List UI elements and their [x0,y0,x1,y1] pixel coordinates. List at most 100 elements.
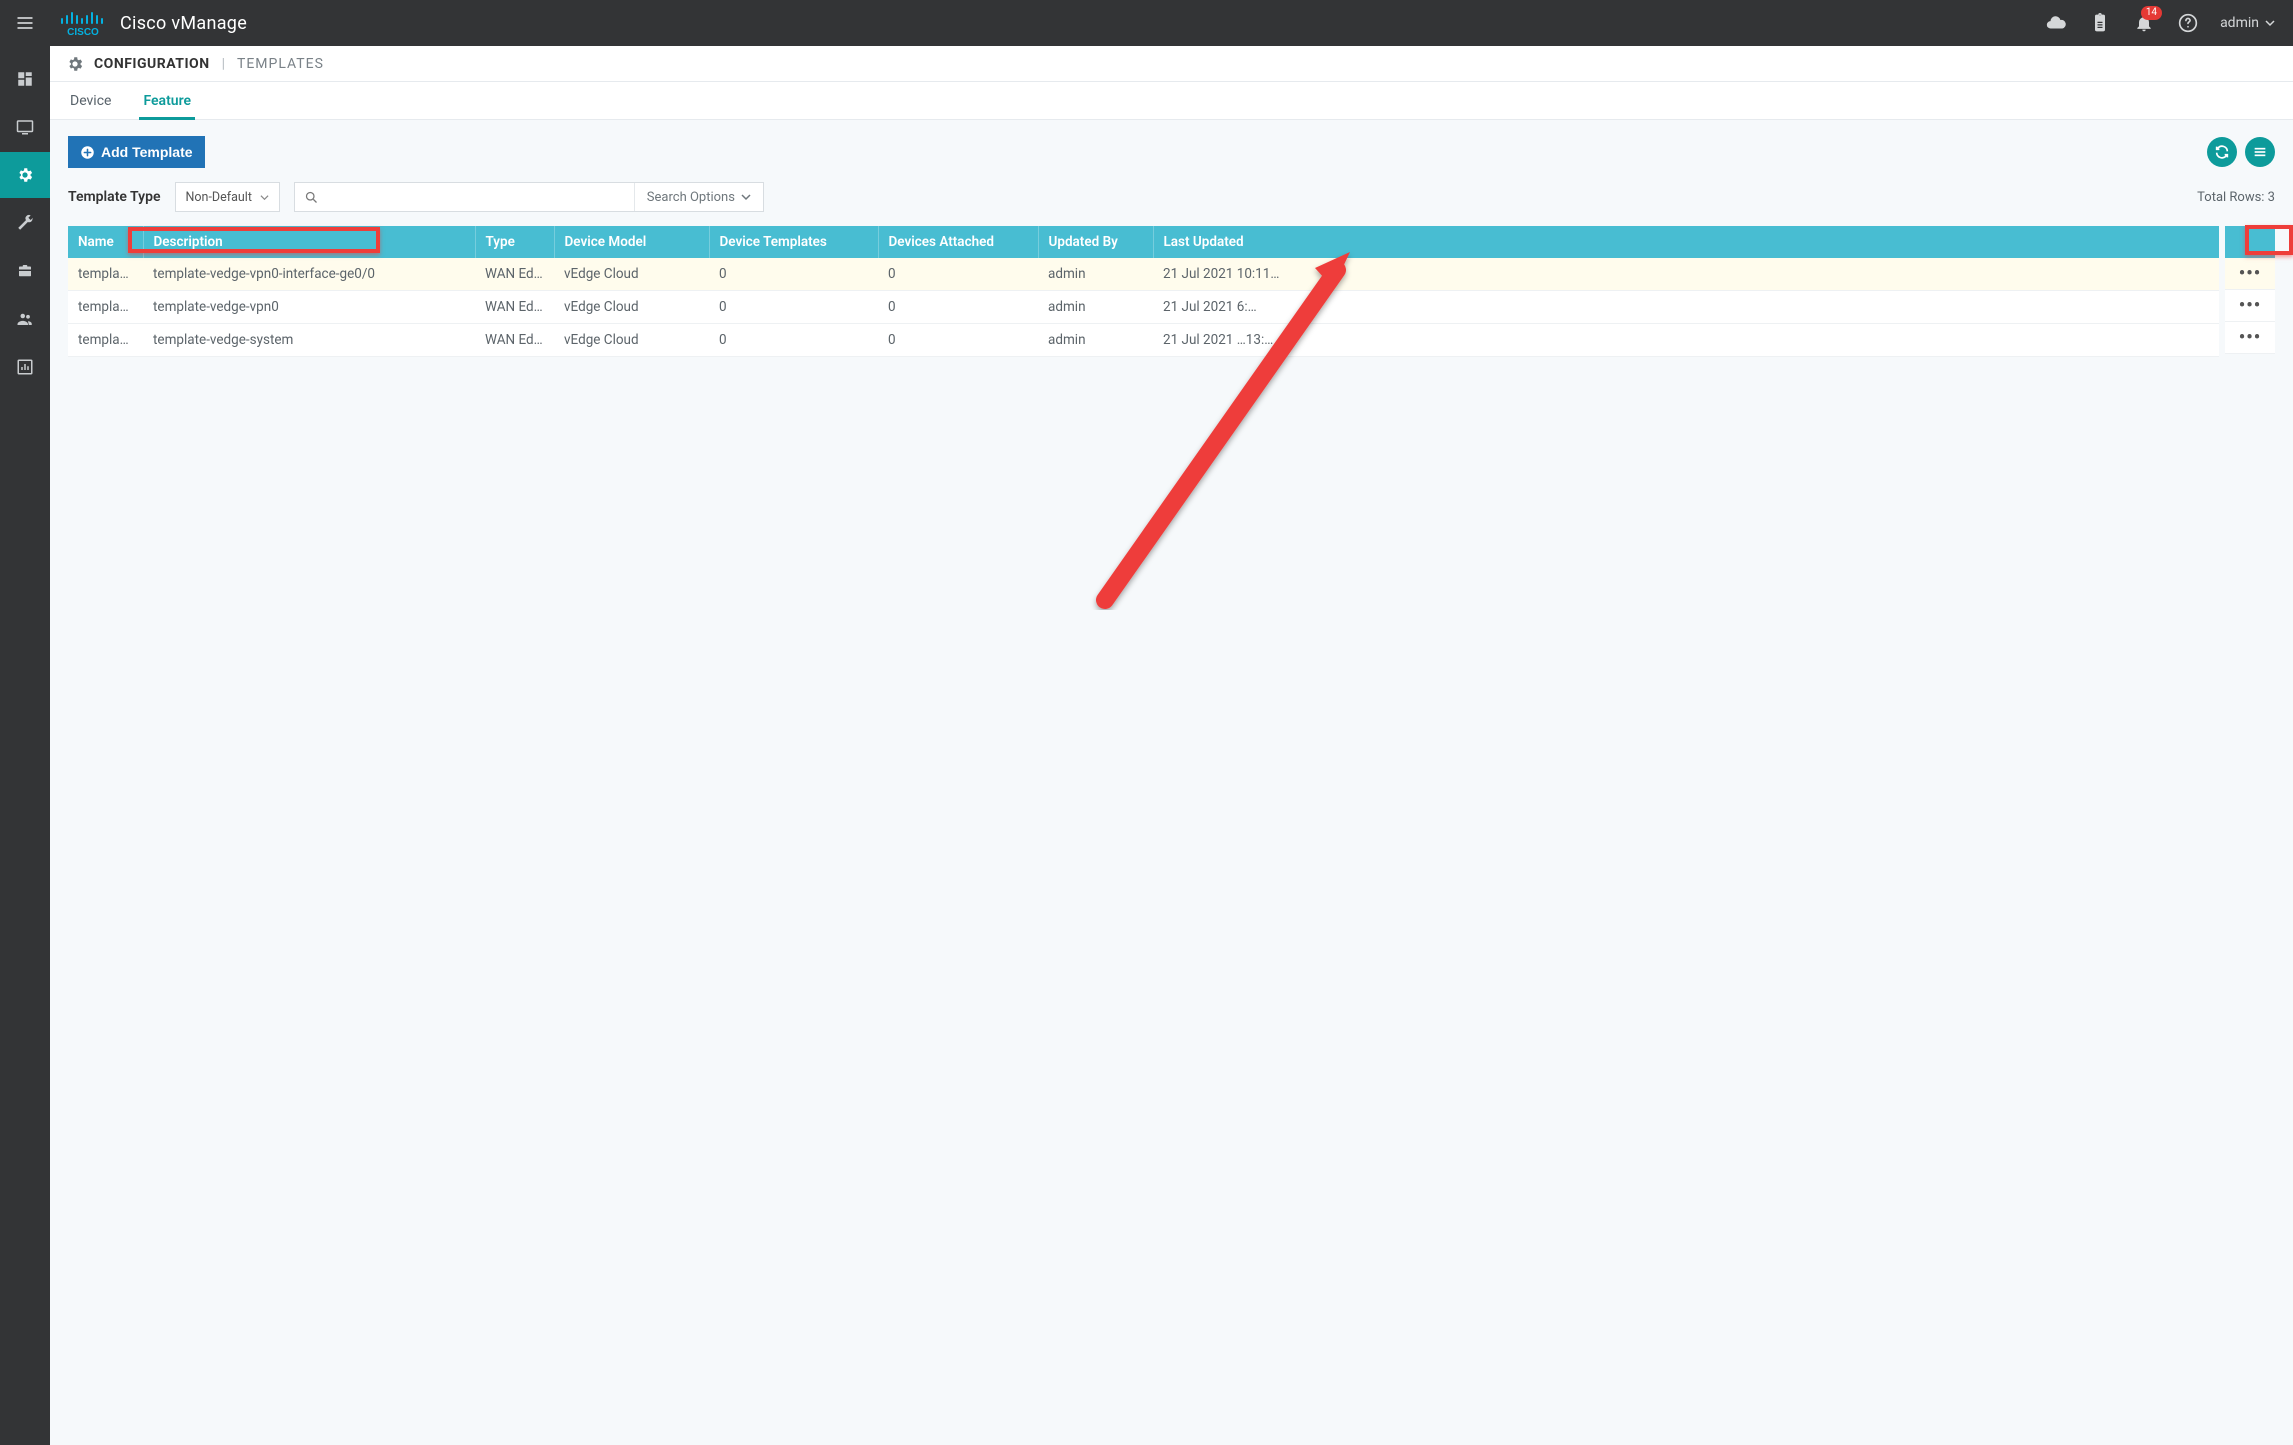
col-description[interactable]: Description [143,226,475,258]
cell-description: template-vedge-vpn0-interface-ge0/0 [143,258,475,291]
tab-feature[interactable]: Feature [139,83,195,119]
cell-last_updated: 21 Jul 2021 10:11… [1153,258,2219,291]
search-icon [295,190,329,205]
help-icon [2178,13,2198,33]
nav-analytics[interactable] [0,344,50,390]
templates-table: Name Description Type Device Model Devic… [68,226,2219,357]
col-device-model[interactable]: Device Model [554,226,709,258]
table-row[interactable]: template…template-vedge-vpn0-interface-g… [68,258,2219,291]
row-actions-button[interactable]: ••• [2225,322,2275,354]
chevron-down-icon [741,192,751,202]
people-icon [16,310,34,328]
col-device-templates[interactable]: Device Templates [709,226,878,258]
cell-type: WAN Ed… [475,291,554,324]
cell-templates: 0 [709,291,878,324]
caret-down-icon [260,193,269,202]
nav-maintenance[interactable] [0,248,50,294]
cell-updated_by: admin [1038,291,1153,324]
template-type-label: Template Type [68,189,161,205]
tasks-button[interactable] [2078,0,2122,46]
gear-icon [16,166,34,184]
hamburger-menu[interactable] [0,0,50,46]
page-header: CONFIGURATION | TEMPLATES [50,46,2293,82]
menu-icon [15,13,35,33]
cloud-icon [2045,12,2067,34]
page-title: CONFIGURATION [94,56,210,72]
nav-administration[interactable] [0,296,50,342]
add-template-label: Add Template [101,144,193,160]
cell-type: WAN Ed… [475,324,554,357]
search-box: Search Options [294,182,764,212]
page-subtitle: TEMPLATES [237,56,324,72]
col-name[interactable]: Name [68,226,143,258]
refresh-icon [2214,144,2230,160]
table-row[interactable]: template…template-vedge-systemWAN Ed…vEd… [68,324,2219,357]
wrench-icon [16,214,34,232]
more-horizontal-icon: ••• [2239,263,2261,284]
tabs: Device Feature [50,82,2293,120]
help-button[interactable] [2166,0,2210,46]
search-options-label: Search Options [647,190,735,205]
template-type-select[interactable]: Non-Default [175,182,280,212]
cell-attached: 0 [878,291,1038,324]
col-updated-by[interactable]: Updated By [1038,226,1153,258]
cell-description: template-vedge-system [143,324,475,357]
refresh-button[interactable] [2207,137,2237,167]
brand: CISCO Cisco vManage [50,9,247,37]
cell-type: WAN Ed… [475,258,554,291]
cell-model: vEdge Cloud [554,291,709,324]
cell-description: template-vedge-vpn0 [143,291,475,324]
notification-badge: 14 [2141,6,2162,20]
columns-menu-button[interactable] [2245,137,2275,167]
dashboard-icon [16,70,34,88]
col-type[interactable]: Type [475,226,554,258]
nav-monitor[interactable] [0,104,50,150]
row-actions-button[interactable]: ••• [2225,290,2275,322]
table-actions-column: ••••••••• [2225,226,2275,357]
cell-attached: 0 [878,258,1038,291]
nav-dashboard[interactable] [0,56,50,102]
cell-model: vEdge Cloud [554,324,709,357]
cell-updated_by: admin [1038,324,1153,357]
cloud-button[interactable] [2034,0,2078,46]
cell-updated_by: admin [1038,258,1153,291]
col-last-updated[interactable]: Last Updated [1153,226,2219,258]
top-bar: CISCO Cisco vManage 14 admin [0,0,2293,46]
add-template-button[interactable]: Add Template [68,136,205,168]
row-actions-button[interactable]: ••• [2225,258,2275,290]
cell-model: vEdge Cloud [554,258,709,291]
search-input[interactable] [329,183,634,211]
content: Add Template Template Type Non-Default [50,120,2293,1445]
menu-icon [2252,144,2268,160]
actions-header [2225,226,2275,258]
nav-tools[interactable] [0,200,50,246]
total-rows-label: Total Rows: 3 [2197,190,2275,205]
tab-device[interactable]: Device [66,83,115,119]
cell-templates: 0 [709,258,878,291]
chart-icon [16,358,34,376]
table-wrap: Name Description Type Device Model Devic… [68,226,2275,357]
toolbar-row-2: Template Type Non-Default Search Options… [68,182,2275,212]
cell-last_updated: 21 Jul 2021 6:… [1153,291,2219,324]
user-menu[interactable]: admin [2210,15,2293,31]
svg-text:CISCO: CISCO [67,27,99,37]
main: CONFIGURATION | TEMPLATES Device Feature… [50,46,2293,1445]
cell-attached: 0 [878,324,1038,357]
col-devices-attached[interactable]: Devices Attached [878,226,1038,258]
template-type-value: Non-Default [186,190,252,205]
caret-down-icon [2265,18,2275,28]
cell-templates: 0 [709,324,878,357]
nav-configuration[interactable] [0,152,50,198]
plus-circle-icon [80,145,95,160]
notifications-button[interactable]: 14 [2122,0,2166,46]
table-header-row: Name Description Type Device Model Devic… [68,226,2219,258]
brand-title: Cisco vManage [120,13,247,34]
gear-icon [66,55,84,73]
cell-name: template… [68,258,143,291]
cell-name: template… [68,291,143,324]
table-row[interactable]: template…template-vedge-vpn0WAN Ed…vEdge… [68,291,2219,324]
cell-name: template… [68,324,143,357]
search-options-button[interactable]: Search Options [634,183,763,211]
monitor-icon [16,118,34,136]
cisco-logo-icon: CISCO [58,9,108,37]
